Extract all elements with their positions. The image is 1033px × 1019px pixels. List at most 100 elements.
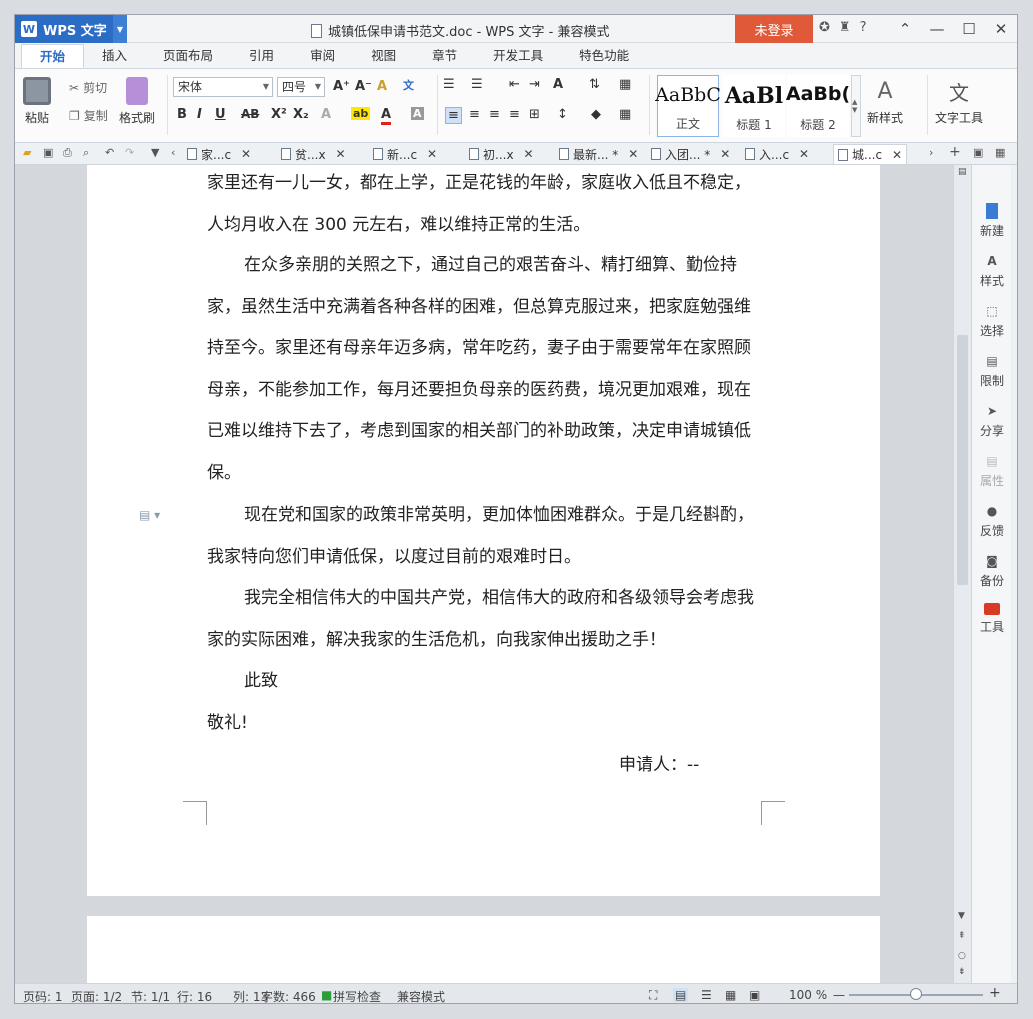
print-icon[interactable]: ⎙: [63, 146, 72, 160]
tab-references[interactable]: 引用: [231, 44, 292, 68]
tab-review[interactable]: 审阅: [292, 44, 353, 68]
style-normal[interactable]: AaBbC 正文: [655, 75, 721, 137]
help-icon[interactable]: ?: [860, 20, 867, 35]
page-view-icon[interactable]: ▤: [673, 988, 689, 1002]
doc-tab[interactable]: 家...c ✕: [187, 144, 251, 164]
shrink-font-icon[interactable]: A⁻: [355, 79, 372, 94]
text-tools-button[interactable]: 文 文字工具: [935, 77, 983, 126]
sidebar-item-tools[interactable]: 工具: [972, 603, 1012, 635]
doc-tab[interactable]: 新...c ✕: [373, 144, 437, 164]
sidebar-item-restrict[interactable]: ▤ 限制: [972, 353, 1012, 389]
tab-developer[interactable]: 开发工具: [475, 44, 561, 68]
numbering-icon[interactable]: ☰: [471, 77, 483, 92]
sidebar-item-properties[interactable]: ▤ 属性: [972, 453, 1012, 489]
paste-button[interactable]: 粘贴: [23, 77, 51, 126]
phonetic-guide-icon[interactable]: 文: [403, 77, 414, 93]
close-tab-icon[interactable]: ✕: [241, 147, 251, 161]
undo-icon[interactable]: ↶: [105, 146, 114, 159]
login-button[interactable]: 未登录: [735, 15, 813, 43]
paragraph[interactable]: 此致: [207, 661, 763, 703]
tab-features[interactable]: 特色功能: [561, 44, 647, 68]
status-spell-check[interactable]: 拼写检查: [333, 988, 381, 1003]
table-icon[interactable]: ▦: [619, 77, 631, 92]
text-effect-icon[interactable]: A: [321, 107, 331, 122]
document-area[interactable]: 家里还有一儿一女，都在上学，正是花钱的年龄，家庭收入低且不稳定，人均月收入在 3…: [15, 165, 971, 983]
zoom-out-icon[interactable]: —: [833, 988, 845, 1002]
paragraph[interactable]: 我完全相信伟大的中国共产党，相信伟大的政府和各级领导会考虑我家的实际困难，解决我…: [207, 578, 763, 661]
redo-icon[interactable]: ↷: [125, 146, 134, 159]
doc-tab-active[interactable]: 城...c ✕: [833, 144, 908, 164]
doc-tab[interactable]: 贫...x ✕: [281, 144, 346, 164]
subscript-icon[interactable]: X₂: [293, 107, 309, 122]
line-spacing-icon[interactable]: ↕: [557, 107, 568, 122]
select-browse-icon[interactable]: ○: [958, 951, 966, 961]
tab-home[interactable]: 开始: [21, 44, 85, 68]
save-icon[interactable]: ▣: [43, 146, 53, 159]
next-page-icon[interactable]: ⇟: [958, 967, 966, 977]
align-left-icon[interactable]: ≡: [445, 107, 462, 124]
font-name-select[interactable]: 宋体 ▼: [173, 77, 273, 97]
tabs-scroll-right-icon[interactable]: ›: [929, 146, 933, 159]
doc-tab[interactable]: 入团... * ✕: [651, 144, 730, 164]
paragraph[interactable]: 敬礼!: [207, 703, 763, 745]
minimize-button[interactable]: —: [921, 15, 953, 43]
borders-icon[interactable]: ▦: [619, 107, 631, 122]
close-tab-icon[interactable]: ✕: [892, 148, 902, 162]
close-tab-icon[interactable]: ✕: [336, 147, 346, 161]
underline-icon[interactable]: U: [215, 107, 226, 122]
status-page-number[interactable]: 页码: 1: [23, 988, 63, 1003]
superscript-icon[interactable]: X²: [271, 107, 287, 122]
tab-options-icon[interactable]: ▦: [995, 146, 1005, 159]
document-page[interactable]: 家里还有一儿一女，都在上学，正是花钱的年龄，家庭收入低且不稳定，人均月收入在 3…: [87, 165, 880, 896]
document-page[interactable]: [87, 916, 880, 983]
font-size-select[interactable]: 四号 ▼: [277, 77, 325, 97]
zoom-slider-handle[interactable]: [910, 988, 922, 1000]
previous-page-icon[interactable]: ⇞: [958, 931, 966, 941]
tab-view[interactable]: 视图: [353, 44, 414, 68]
vertical-scrollbar[interactable]: ▤ ▼ ⇞ ○ ⇟: [953, 165, 971, 983]
close-tab-icon[interactable]: ✕: [799, 147, 809, 161]
tab-list-icon[interactable]: ▣: [973, 146, 983, 159]
sidebar-item-share[interactable]: ➤ 分享: [972, 403, 1012, 439]
bold-icon[interactable]: B: [177, 107, 187, 122]
status-word-count[interactable]: 字数: 466: [261, 988, 316, 1003]
status-pages[interactable]: 页面: 1/2: [71, 988, 122, 1003]
app-menu-button[interactable]: W WPS 文字 ▼: [15, 15, 127, 43]
paragraph[interactable]: 在众多亲朋的关照之下，通过自己的艰苦奋斗、精打细算、勤俭持家，虽然生活中充满着各…: [207, 245, 763, 495]
close-button[interactable]: ✕: [985, 15, 1017, 43]
paragraph[interactable]: 家里还有一儿一女，都在上学，正是花钱的年龄，家庭收入低且不稳定，人均月收入在 3…: [207, 165, 763, 246]
print-preview-icon[interactable]: ⌕: [83, 146, 89, 160]
copy-button[interactable]: ❐ 复制: [69, 107, 108, 124]
shirt-icon[interactable]: ♜: [839, 20, 851, 35]
open-icon[interactable]: ▰: [23, 146, 31, 159]
tab-page-layout[interactable]: 页面布局: [145, 44, 231, 68]
align-center-icon[interactable]: ≡: [469, 107, 480, 122]
tabs-scroll-left-icon[interactable]: ‹: [171, 146, 175, 159]
doc-tab[interactable]: 最新... * ✕: [559, 144, 638, 164]
skin-icon[interactable]: ✪: [819, 20, 830, 35]
sidebar-item-select[interactable]: ⬚ 选择: [972, 303, 1012, 339]
new-tab-icon[interactable]: +: [949, 144, 961, 160]
signature-line[interactable]: 申请人：--: [619, 745, 819, 787]
spell-check-icon[interactable]: ■: [321, 988, 332, 1002]
close-tab-icon[interactable]: ✕: [628, 147, 638, 161]
style-heading-2[interactable]: AaBb( 标题 2: [786, 75, 850, 137]
clear-format-icon[interactable]: A: [377, 79, 387, 94]
customize-toolbar-icon[interactable]: ▼: [151, 146, 159, 159]
close-tab-icon[interactable]: ✕: [427, 147, 437, 161]
sidebar-item-styles[interactable]: A 样式: [972, 253, 1012, 289]
close-tab-icon[interactable]: ✕: [720, 147, 730, 161]
web-view-icon[interactable]: ▦: [725, 988, 736, 1002]
align-right-icon[interactable]: ≡: [489, 107, 500, 122]
shading-icon[interactable]: ◆: [591, 107, 601, 122]
format-painter-button[interactable]: 格式刷: [119, 77, 155, 126]
increase-indent-icon[interactable]: ⇥: [529, 77, 540, 92]
tab-chapter[interactable]: 章节: [414, 44, 475, 68]
bullets-icon[interactable]: ☰: [443, 77, 455, 92]
justify-icon[interactable]: ≡: [509, 107, 520, 122]
status-section[interactable]: 节: 1/1: [131, 988, 170, 1003]
maximize-button[interactable]: ☐: [953, 15, 985, 43]
char-size-icon[interactable]: A: [553, 77, 563, 92]
doc-tab[interactable]: 入...c ✕: [745, 144, 809, 164]
close-tab-icon[interactable]: ✕: [524, 147, 534, 161]
